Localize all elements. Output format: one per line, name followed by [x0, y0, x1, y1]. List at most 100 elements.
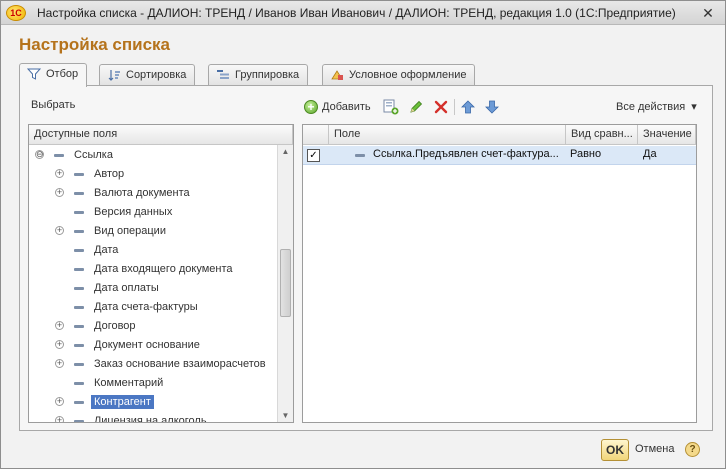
add-group-button[interactable] — [383, 97, 399, 117]
tree-item[interactable]: + Заказ основание взаиморасчетов — [29, 355, 279, 374]
title-bar[interactable]: 1С Настройка списка - ДАЛИОН: ТРЕНД / Ив… — [1, 1, 725, 25]
field-icon — [74, 287, 84, 290]
delete-button[interactable] — [433, 97, 449, 117]
sort-icon — [108, 70, 120, 81]
tree-item[interactable]: Комментарий — [29, 374, 279, 393]
tab-label: Отбор — [46, 68, 79, 80]
dropdown-arrow-icon: ▾ — [691, 101, 697, 113]
field-icon — [74, 344, 84, 347]
grouping-icon — [217, 70, 229, 79]
available-fields-header[interactable]: Доступные поля — [29, 125, 293, 145]
conditional-format-icon — [331, 70, 343, 80]
tab-sort[interactable]: Сортировка — [99, 64, 196, 86]
ok-button[interactable]: OK — [601, 439, 629, 461]
tab-conditional-format[interactable]: Условное оформление — [322, 64, 476, 86]
settings-window: 1С Настройка списка - ДАЛИОН: ТРЕНД / Ив… — [0, 0, 726, 469]
expand-icon[interactable]: + — [55, 397, 64, 406]
tree-item[interactable]: + Автор — [29, 165, 279, 184]
check-column-header — [303, 125, 329, 145]
field-icon — [74, 268, 84, 271]
scroll-thumb[interactable] — [280, 249, 291, 317]
form-title: Настройка списка — [19, 35, 171, 54]
cancel-button[interactable]: Отмена — [635, 443, 674, 455]
field-icon — [74, 382, 84, 385]
move-down-button[interactable] — [484, 97, 500, 117]
expand-icon[interactable]: + — [55, 359, 64, 368]
collapse-icon[interactable]: ⊖ — [35, 150, 44, 159]
tree-item-label: Договор — [94, 320, 136, 332]
tree-item[interactable]: ⊖ Ссылка — [29, 146, 279, 165]
tree-item[interactable]: Дата — [29, 241, 279, 260]
field-icon — [74, 173, 84, 176]
add-icon: + — [304, 100, 318, 114]
tree-item-label: Контрагент — [91, 395, 154, 409]
expand-icon[interactable]: + — [55, 188, 64, 197]
expand-icon[interactable]: + — [55, 226, 64, 235]
tree-item[interactable]: Дата оплаты — [29, 279, 279, 298]
tree-item[interactable]: Дата входящего документа — [29, 260, 279, 279]
row-field-cell[interactable]: Ссылка.Предъявлен счет-фактура... — [373, 148, 563, 160]
tree-item-label: Ссылка — [74, 149, 113, 161]
tab-label: Условное оформление — [349, 69, 467, 81]
row-value-cell[interactable]: Да — [643, 148, 693, 160]
tree-item[interactable]: + Лицензия на алкоголь — [29, 412, 279, 423]
tree-item[interactable]: + Вид операции — [29, 222, 279, 241]
footer: OK Отмена ? — [1, 435, 725, 468]
edit-button[interactable] — [408, 97, 424, 117]
tree-item[interactable]: Дата счета-фактуры — [29, 298, 279, 317]
tree-item[interactable]: + Контрагент — [29, 393, 279, 412]
field-icon — [74, 249, 84, 252]
delete-icon — [434, 100, 448, 114]
add-button[interactable]: + Добавить — [304, 97, 374, 117]
tree-item-label: Автор — [94, 168, 125, 180]
tree-item-label: Версия данных — [94, 206, 173, 218]
row-use-checkbox[interactable]: ✓ — [307, 149, 320, 162]
field-icon — [74, 325, 84, 328]
scroll-up-icon[interactable]: ▲ — [278, 145, 293, 159]
close-button[interactable]: ✕ — [699, 4, 717, 22]
tree-item[interactable]: + Документ основание — [29, 336, 279, 355]
available-fields-tree[interactable]: Доступные поля ⊖ Ссылка + Автор + Валюта доку… — [28, 124, 294, 423]
arrow-up-icon — [461, 100, 475, 114]
field-icon — [355, 154, 365, 157]
tab-filter[interactable]: Отбор — [19, 63, 88, 87]
tree-item[interactable]: Версия данных — [29, 203, 279, 222]
field-icon — [74, 363, 84, 366]
tree-item-label: Комментарий — [94, 377, 164, 389]
help-icon[interactable]: ? — [685, 442, 700, 457]
add-label: Добавить — [322, 101, 371, 113]
tree-item-label: Дата — [94, 244, 119, 256]
field-column-header[interactable]: Поле — [329, 125, 566, 145]
field-icon — [74, 230, 84, 233]
value-column-header[interactable]: Значение — [638, 125, 696, 145]
tree-item[interactable]: + Валюта документа — [29, 184, 279, 203]
expand-icon[interactable]: + — [55, 321, 64, 330]
row-comparison-cell[interactable]: Равно — [570, 148, 636, 160]
move-up-button[interactable] — [460, 97, 476, 117]
scroll-down-icon[interactable]: ▼ — [278, 409, 293, 422]
table-row[interactable]: ✓ Ссылка.Предъявлен счет-фактура... Равн… — [303, 146, 696, 165]
tree-scrollbar[interactable]: ▲ ▼ — [277, 145, 293, 422]
field-icon — [74, 192, 84, 195]
tree-item-label: Лицензия на алкоголь — [94, 415, 207, 423]
tab-grouping[interactable]: Группировка — [208, 64, 309, 86]
window-title: Настройка списка - ДАЛИОН: ТРЕНД / Ивано… — [37, 6, 676, 20]
tree-item-label: Вид операции — [94, 225, 166, 237]
tree-item-label: Документ основание — [94, 339, 200, 351]
toolbar-separator — [454, 99, 455, 115]
expand-icon[interactable]: + — [55, 169, 64, 178]
field-icon — [74, 420, 84, 422]
all-actions-menu[interactable]: Все действия ▾ — [616, 97, 708, 117]
tree-item-label: Валюта документа — [94, 187, 190, 199]
field-icon — [54, 154, 64, 157]
tree-item-label: Заказ основание взаиморасчетов — [94, 358, 266, 370]
tree-item[interactable]: + Договор — [29, 317, 279, 336]
pencil-icon — [410, 100, 423, 113]
comparison-column-header[interactable]: Вид сравн... — [566, 125, 638, 145]
tree-item-label: Дата входящего документа — [94, 263, 233, 275]
all-actions-label: Все действия — [616, 101, 686, 113]
expand-icon[interactable]: + — [55, 340, 64, 349]
expand-icon[interactable]: + — [55, 416, 64, 422]
filter-grid[interactable]: Поле Вид сравн... Значение ✓ Ссылка.Пред… — [302, 124, 697, 423]
funnel-icon — [27, 68, 41, 80]
